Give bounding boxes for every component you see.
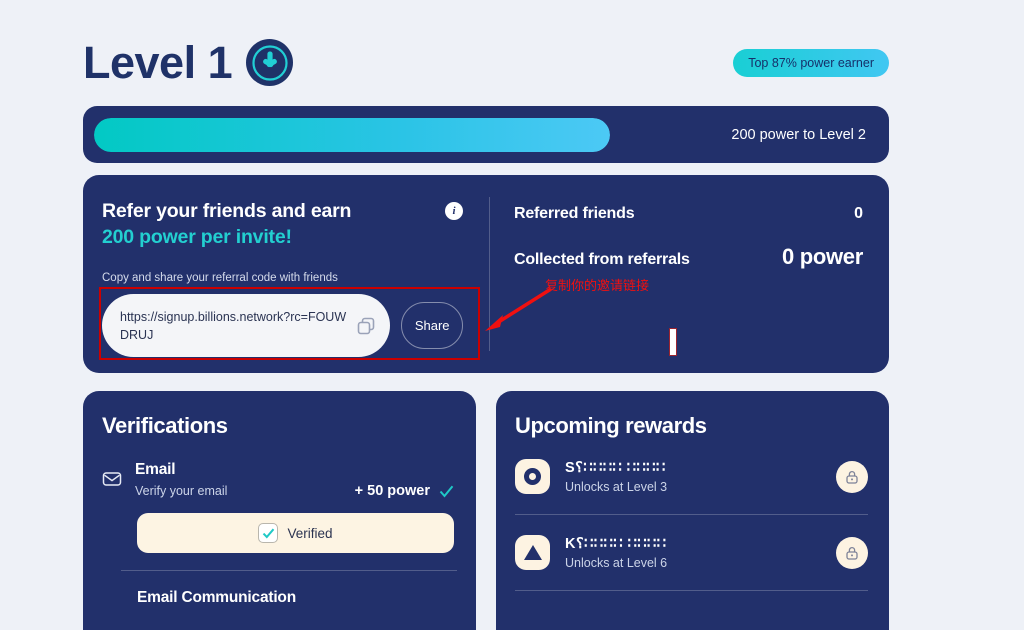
verification-name-next: Email Communication: [137, 589, 296, 606]
annotation-text: 复制你的邀请链接: [545, 278, 650, 293]
verifications-card: Verifications Email Verify your email + …: [83, 391, 476, 630]
verification-meta-row: Verify your email + 50 power: [135, 483, 454, 499]
referral-title: Refer your friends and earn 200 power pe…: [102, 199, 351, 250]
stat-value: 0 power: [781, 244, 863, 269]
reward-unlock-level: Unlocks at Level 3: [565, 479, 668, 494]
referral-heading-row: Refer your friends and earn 200 power pe…: [102, 199, 463, 250]
referral-code-field[interactable]: https://signup.billions.network?rc=FOUWD…: [102, 294, 391, 358]
stat-referred-friends: Referred friends 0: [514, 205, 863, 223]
referral-code-row: https://signup.billions.network?rc=FOUWD…: [102, 294, 463, 358]
checkmark-icon: [439, 484, 454, 499]
stat-value: 0: [854, 205, 863, 222]
verification-name: Email: [135, 461, 176, 478]
share-button[interactable]: Share: [401, 302, 463, 350]
stat-label: Collected from referrals: [514, 251, 690, 268]
rewards-divider: [515, 514, 868, 515]
rewards-title: Upcoming rewards: [515, 413, 707, 438]
referral-card: Refer your friends and earn 200 power pe…: [83, 175, 889, 373]
ring-reward-icon: [515, 459, 550, 494]
reward-name: S⸮∷∷∷∷ ∷∷∷∷: [565, 459, 666, 476]
verified-label: Verified: [287, 525, 333, 541]
verification-desc: Verify your email: [135, 484, 228, 498]
verification-row-email[interactable]: Email Verify your email + 50 power: [102, 461, 454, 499]
mail-icon: [102, 469, 122, 489]
reward-text-group: K⸮∷∷∷∷ ∷∷∷∷ Unlocks at Level 6: [565, 536, 821, 570]
referral-stats-pane: Referred friends 0 Collected from referr…: [490, 175, 889, 373]
verification-reward-group: + 50 power: [355, 483, 454, 499]
verified-status-box: Verified: [137, 513, 454, 553]
level-progress-card: 200 power to Level 2: [83, 106, 889, 163]
page-header: Level 1 Top 87% power earner: [83, 30, 889, 95]
progress-track: [94, 117, 610, 152]
progress-fill: [94, 117, 610, 152]
rewards-divider: [515, 590, 868, 591]
referral-subtitle: Copy and share your referral code with f…: [102, 272, 338, 285]
upcoming-rewards-card: Upcoming rewards S⸮∷∷∷∷ ∷∷∷∷ Unlocks at …: [496, 391, 889, 630]
lock-icon[interactable]: [836, 536, 868, 569]
verification-details: Email Verify your email + 50 power: [135, 461, 454, 499]
text-cursor-marker: [669, 328, 677, 356]
copy-icon[interactable]: [356, 316, 376, 336]
lock-icon[interactable]: [836, 460, 868, 493]
ring-shape: [524, 468, 541, 485]
referral-left-pane: Refer your friends and earn 200 power pe…: [83, 175, 489, 373]
info-icon[interactable]: i: [445, 202, 463, 220]
triangle-shape: [523, 545, 542, 560]
reward-text-group: S⸮∷∷∷∷ ∷∷∷∷ Unlocks at Level 3: [565, 460, 821, 494]
referral-code-text: https://signup.billions.network?rc=FOUWD…: [120, 309, 347, 342]
verification-power: + 50 power: [354, 483, 430, 499]
checked-checkbox-icon: [258, 523, 279, 543]
triangle-reward-icon: [515, 535, 550, 570]
verifications-divider: [121, 570, 457, 571]
page-title: Level 1: [83, 37, 233, 88]
stat-collected-from-referrals: Collected from referrals 0 power: [514, 244, 863, 270]
reward-row[interactable]: K⸮∷∷∷∷ ∷∷∷∷ Unlocks at Level 6: [515, 535, 868, 570]
billions-trident-logo-icon: [246, 39, 294, 86]
referral-title-line2: 200 power per invite!: [102, 225, 292, 248]
reward-unlock-level: Unlocks at Level 6: [565, 555, 668, 570]
reward-row[interactable]: S⸮∷∷∷∷ ∷∷∷∷ Unlocks at Level 3: [515, 459, 868, 494]
reward-name: K⸮∷∷∷∷ ∷∷∷∷: [565, 535, 667, 552]
page-root: Level 1 Top 87% power earner 200 power t…: [0, 0, 1024, 630]
stat-label: Referred friends: [514, 205, 635, 222]
title-group: Level 1: [83, 37, 294, 88]
referral-title-line1: Refer your friends and earn: [102, 200, 352, 222]
verifications-title: Verifications: [102, 413, 228, 438]
progress-label: 200 power to Level 2: [731, 126, 866, 143]
top-earner-badge: Top 87% power earner: [733, 48, 889, 77]
